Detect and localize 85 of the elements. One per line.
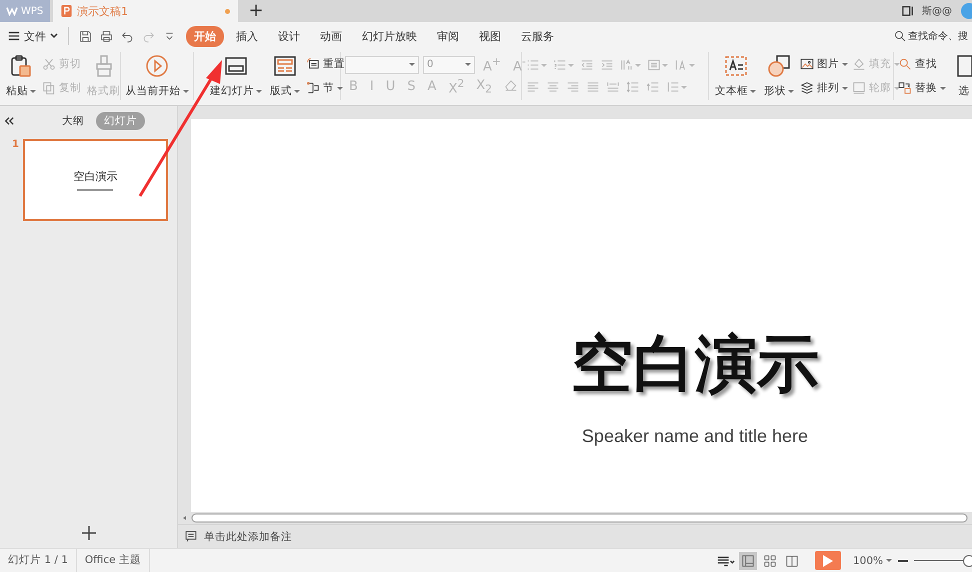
window-icon[interactable] — [902, 5, 914, 17]
undo-icon[interactable] — [121, 30, 134, 42]
file-menu[interactable]: 文件 — [8, 28, 62, 44]
play-icon — [822, 554, 833, 566]
save-icon[interactable] — [79, 30, 92, 42]
search-field[interactable]: 查找命令、搜 — [908, 30, 972, 42]
plus-icon — [82, 526, 96, 540]
ribbon-tab[interactable]: 插入 — [228, 26, 266, 46]
slide-counter: 幻灯片 1 / 1 — [0, 549, 77, 572]
ribbon-tab[interactable]: 设计 — [270, 26, 308, 46]
copy-icon — [42, 81, 56, 95]
ribbon-button[interactable]: 选 — [950, 52, 972, 100]
view-button[interactable] — [738, 552, 757, 570]
print-icon[interactable] — [100, 30, 113, 42]
ribbon-button[interactable]: 查找 — [898, 57, 946, 71]
zoom-slider[interactable] — [914, 554, 972, 566]
slide-number: 1 — [12, 139, 19, 152]
slide-subtitle: Speaker name and title here — [582, 425, 808, 447]
menu-icon — [8, 31, 20, 41]
ribbon-tab[interactable]: 云服务 — [513, 26, 562, 46]
minus-icon — [898, 558, 908, 562]
user-name[interactable]: 斯@@ — [922, 4, 952, 18]
ribbon-button[interactable]: 粘贴 — [4, 52, 38, 100]
ribbon-button[interactable]: 排列 — [800, 81, 848, 95]
fill-icon — [852, 57, 866, 71]
horizontal-scrollbar[interactable] — [182, 513, 968, 523]
avatar-icon — [960, 3, 972, 19]
ribbon-button[interactable]: 节 — [306, 81, 345, 95]
caret-icon — [635, 64, 641, 66]
reset-icon — [306, 57, 320, 71]
caret-icon — [681, 86, 687, 88]
layers-icon — [800, 81, 814, 95]
scissors-icon — [42, 57, 56, 71]
theme-name: Office 主题 — [76, 549, 150, 572]
search-icon — [894, 30, 906, 42]
new-tab-button[interactable]: + — [238, 0, 274, 22]
thumbnail-title: 空白演示 — [73, 169, 118, 184]
zoom-dropdown[interactable]: 100% — [852, 554, 892, 566]
ribbon-button[interactable]: 版式 — [268, 52, 302, 100]
slide-thumbnail[interactable]: 空白演示 — [22, 139, 168, 221]
ribbon-button[interactable]: 替换 — [898, 81, 946, 95]
replace-icon — [898, 81, 912, 95]
slide-sorter-icon — [762, 554, 777, 568]
ribbon-tab[interactable]: 审阅 — [429, 26, 467, 46]
collapse-icon[interactable] — [4, 116, 14, 126]
ribbon-button[interactable]: 从当前开始 — [124, 52, 190, 100]
thumbnail-subtitle-line — [77, 189, 114, 191]
wps-logo-icon — [6, 6, 18, 16]
chevron-down-icon — [50, 33, 58, 39]
shapes-icon — [767, 54, 791, 78]
caret-icon — [541, 64, 547, 66]
slider-thumb[interactable] — [963, 554, 972, 566]
layout-icon — [273, 54, 297, 78]
ribbon-button[interactable]: 重置 — [306, 57, 345, 71]
eraser-icon[interactable] — [504, 78, 518, 92]
reading-view-icon — [784, 554, 799, 568]
presentation-file-icon — [61, 5, 72, 17]
play-icon — [145, 54, 169, 78]
clipboard-icon — [9, 54, 33, 78]
caret-icon — [465, 63, 471, 66]
ribbon-tab[interactable]: 幻灯片放映 — [354, 26, 425, 46]
text-box-icon — [724, 54, 748, 78]
caret-icon — [409, 63, 415, 66]
outline-icon — [852, 81, 866, 95]
section-icon — [306, 81, 320, 95]
slideshow-button[interactable] — [814, 551, 841, 570]
ribbon-button[interactable]: 文本框 — [713, 52, 758, 100]
ribbon-tab[interactable]: 视图 — [471, 26, 509, 46]
panel-tab[interactable]: 大纲 — [54, 112, 92, 130]
caret-icon — [662, 64, 668, 66]
caret-icon — [568, 64, 574, 66]
ribbon-button[interactable]: 形状 — [762, 52, 796, 100]
caret-icon — [689, 64, 695, 66]
notes-menu-icon[interactable] — [716, 554, 735, 568]
font-name-field[interactable] — [345, 56, 419, 74]
search-icon — [898, 57, 912, 71]
add-slide-button[interactable] — [80, 524, 98, 542]
ribbon-button[interactable]: 图片 — [800, 57, 848, 71]
normal-view-icon — [740, 554, 755, 568]
picture-icon — [800, 57, 814, 71]
slide-title: 空白演示 — [571, 327, 819, 401]
ribbon-tab[interactable]: 动画 — [312, 26, 350, 46]
note-icon — [185, 530, 198, 543]
caret-icon — [886, 559, 892, 562]
notes-field[interactable]: 单击此处添加备注 — [185, 530, 314, 543]
